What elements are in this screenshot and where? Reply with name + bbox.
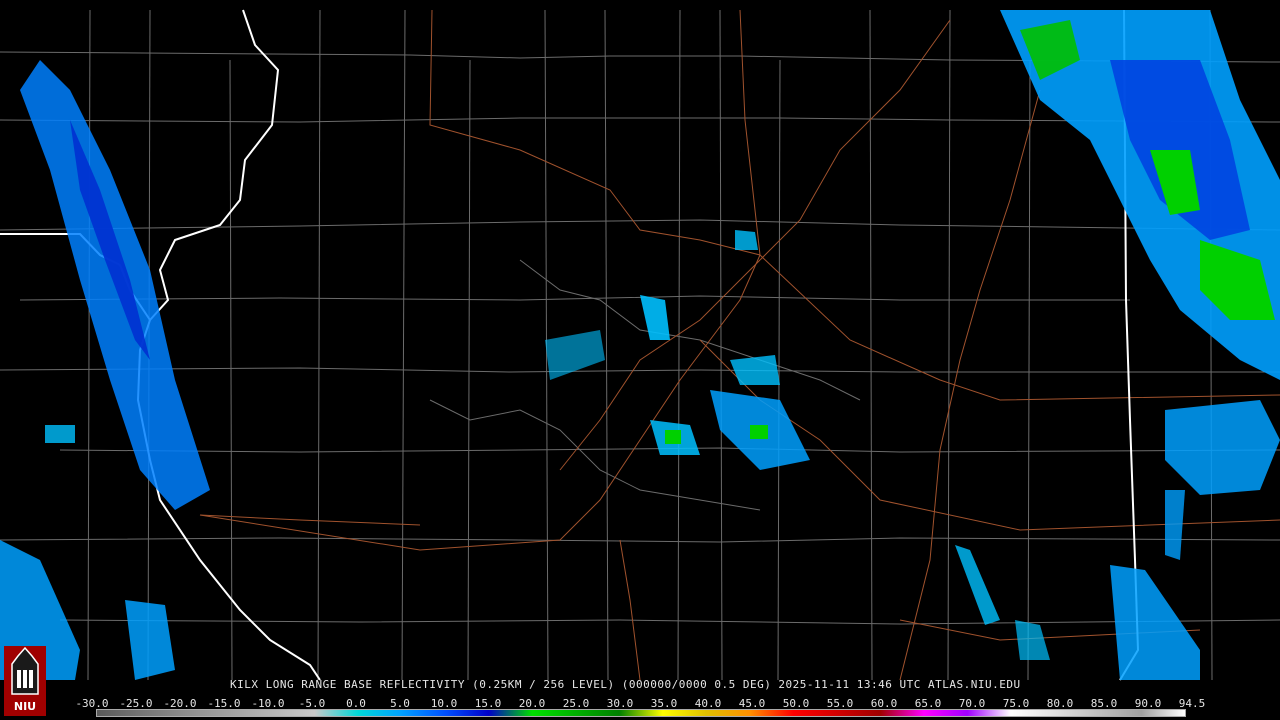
radar-map: [0, 0, 1280, 720]
reflectivity-scale-labels: -30.0 -25.0 -20.0 -15.0 -10.0 -5.0 0.0 5.0 10.0 1…: [75, 697, 1205, 710]
product-title: KILX LONG RANGE BASE REFLECTIVITY (0.25K…: [230, 678, 1021, 691]
logo-text: NIU: [14, 700, 36, 713]
reflectivity-colorbar: [96, 709, 1186, 717]
niu-logo: NIU: [4, 646, 46, 716]
